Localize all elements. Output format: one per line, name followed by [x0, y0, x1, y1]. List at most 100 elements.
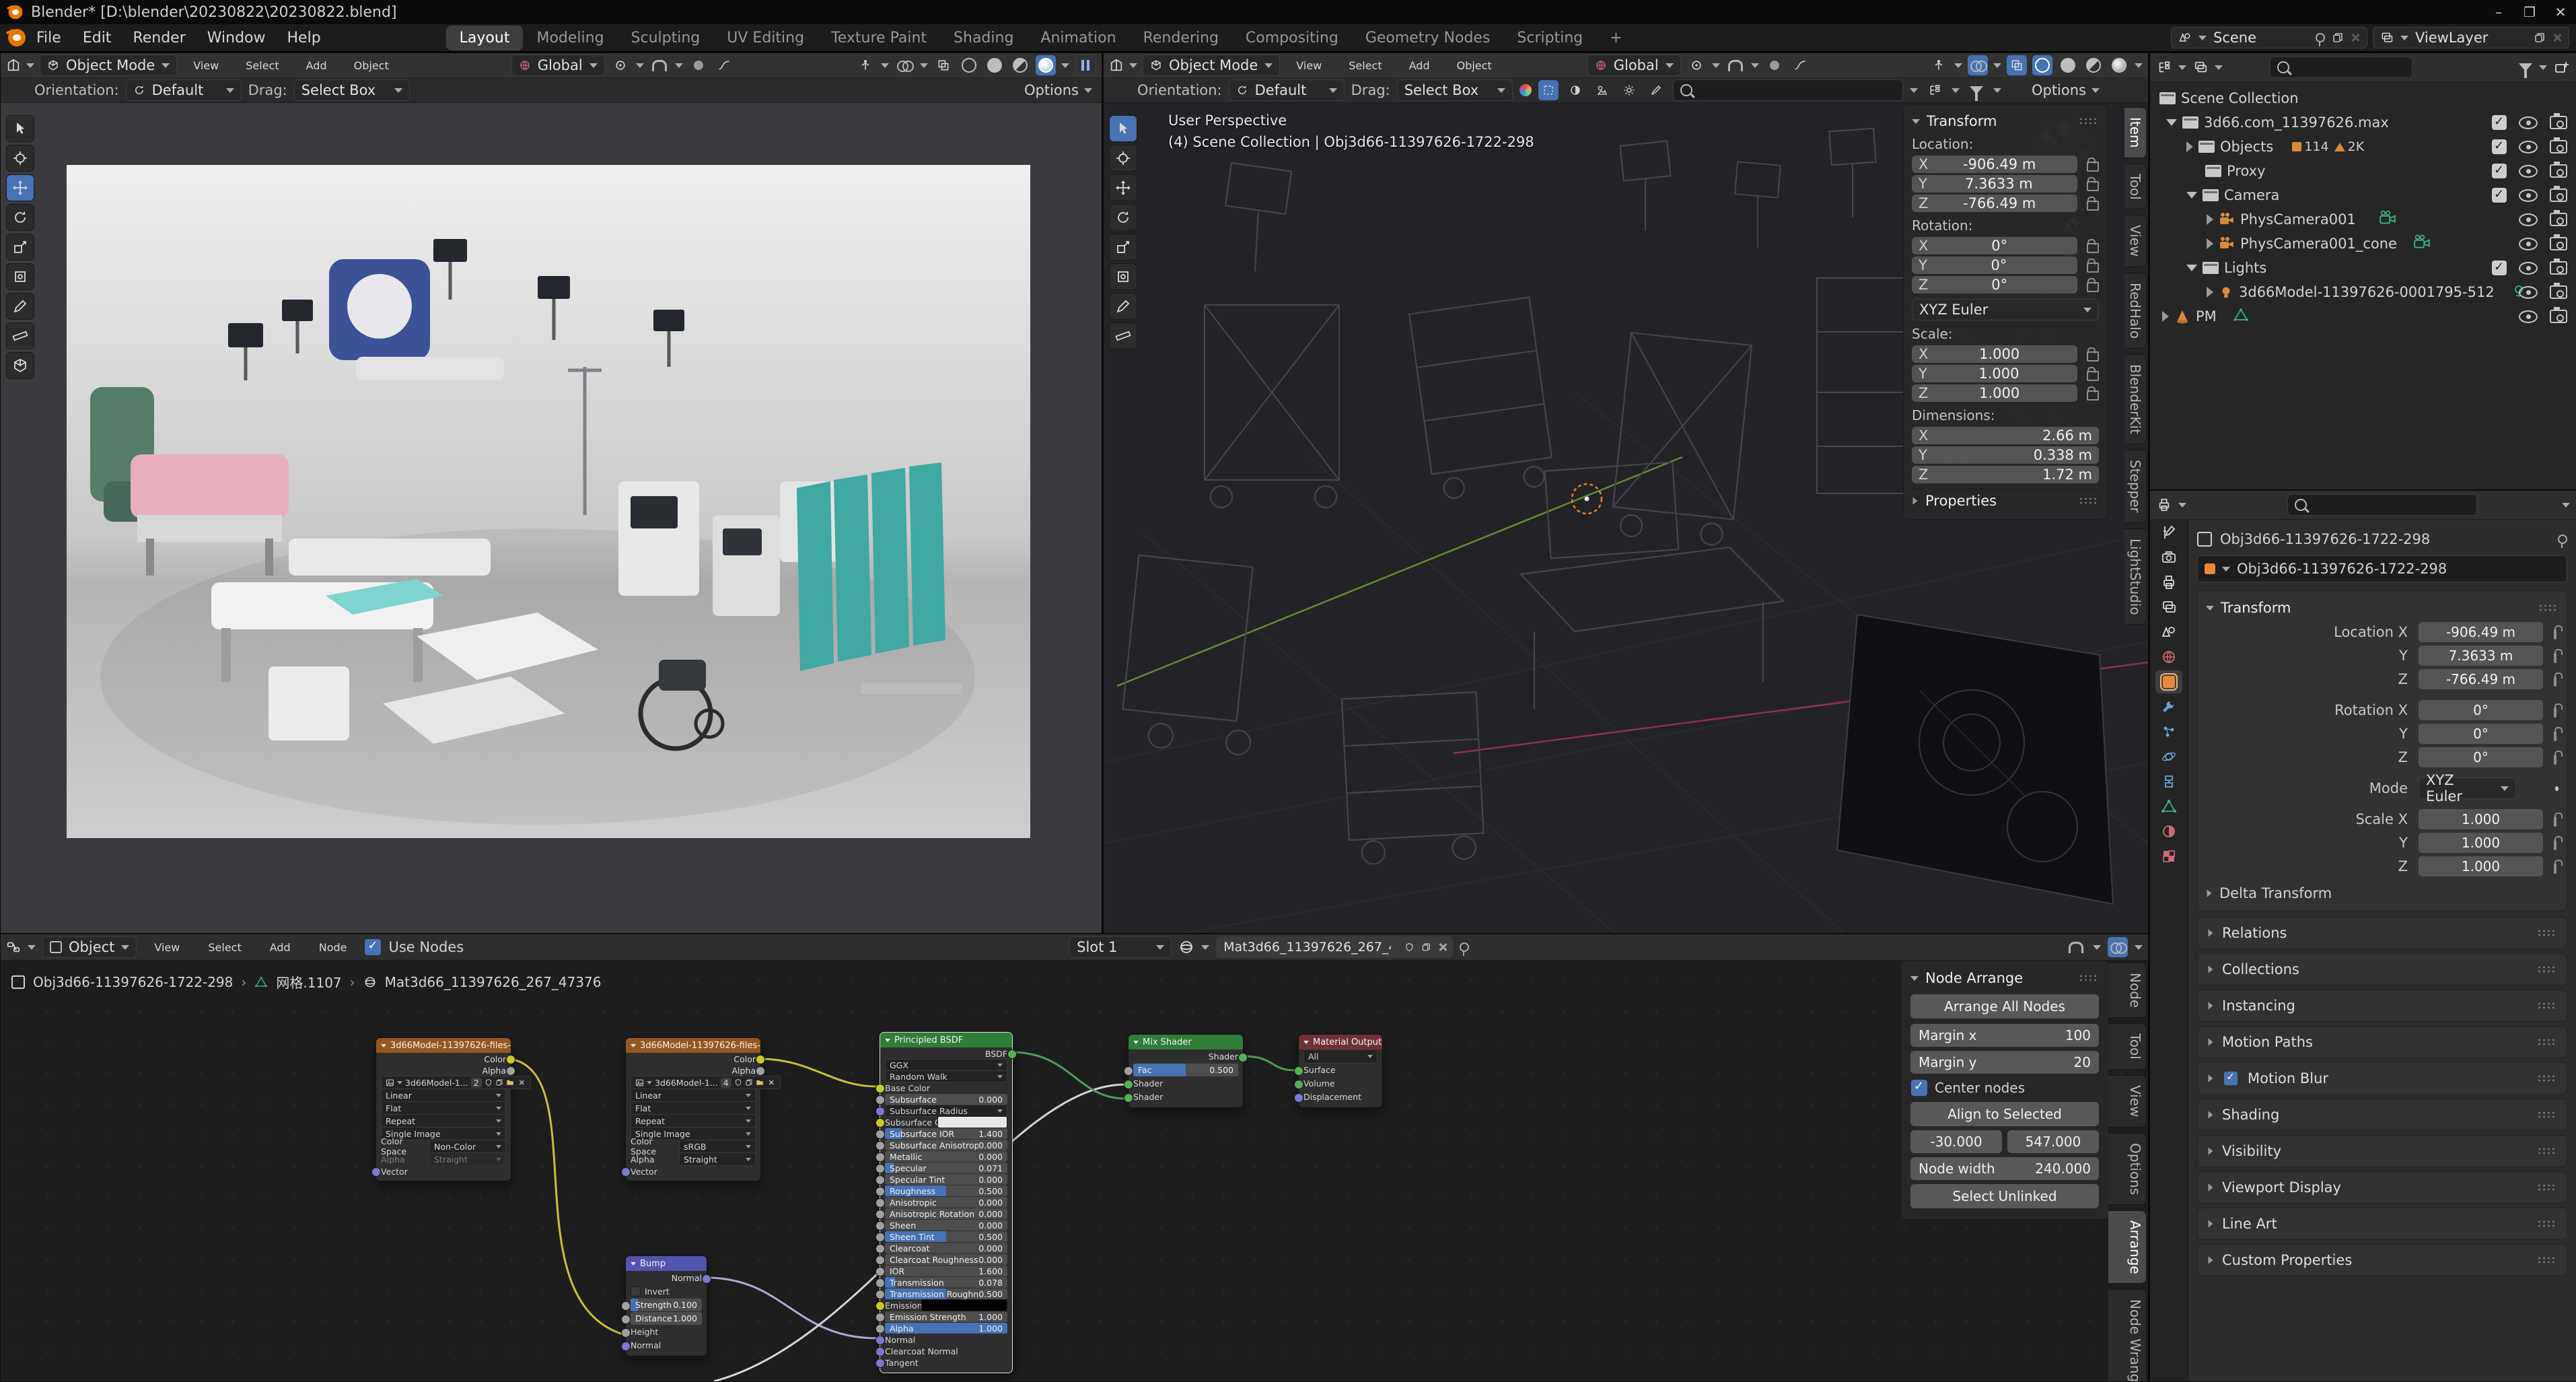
shader-socket[interactable]	[1124, 1079, 1133, 1089]
distance-field[interactable]: Distance 1.000	[621, 1312, 702, 1325]
user-count-badge[interactable]: 2	[470, 1077, 482, 1088]
principled-bsdf-node[interactable]: Principled BSDF BSDF GGX Random Walk Bas…	[875, 1032, 1017, 1373]
outliner-row-max-collection[interactable]: 3d66.com_11397626.max	[2157, 110, 2576, 135]
value-socket[interactable]	[875, 1290, 885, 1299]
subsurface-color-row[interactable]: Subsurface Color	[875, 1116, 1007, 1128]
section-shading[interactable]: Shading	[2197, 1099, 2567, 1131]
center-nodes-checkbox[interactable]	[1910, 1079, 1928, 1097]
shading-solid-icon[interactable]	[985, 55, 1005, 75]
dim-z-field[interactable]: 1.72 m	[1928, 467, 2092, 483]
fake-user-shield-icon[interactable]	[1404, 941, 1415, 953]
alpha-socket[interactable]	[506, 1066, 515, 1076]
breadcrumb-object[interactable]: Obj3d66-11397626-1722-298	[2220, 531, 2430, 547]
properties-search-input[interactable]	[2312, 497, 2429, 513]
outliner-display-mode-icon[interactable]	[2157, 60, 2172, 75]
volume-socket[interactable]	[1294, 1079, 1303, 1089]
tool-rotate[interactable]	[1109, 204, 1137, 231]
param-clearcoat[interactable]: Clearcoat 0.000	[875, 1243, 1007, 1253]
param-subsurface-ior[interactable]: Subsurface IOR 1.400	[875, 1128, 1007, 1139]
param-anisotropic-rotation[interactable]: Anisotropic Rotation 0.000	[875, 1208, 1007, 1219]
value-socket[interactable]	[875, 1095, 885, 1105]
overlays-chevron-icon[interactable]	[2135, 944, 2143, 950]
view-menu[interactable]: View	[143, 938, 190, 957]
object-menu[interactable]: Object	[343, 57, 400, 75]
location-z-field[interactable]: -766.49 m	[1928, 195, 2071, 211]
section-motion-blur[interactable]: Motion Blur	[2197, 1062, 2567, 1095]
viewport-wireframe[interactable]: Object Mode View Select Add Object Globa…	[1103, 53, 2149, 934]
blenderkit-search[interactable]	[1672, 79, 1903, 101]
rotation-z-field[interactable]: 0°	[2419, 747, 2543, 767]
render-visibility-icon[interactable]	[2550, 186, 2567, 202]
select-menu[interactable]: Select	[1338, 57, 1392, 75]
render-visibility-icon[interactable]	[2550, 283, 2567, 299]
drag-dropdown[interactable]: Select Box	[1396, 79, 1513, 101]
tab-layout[interactable]: Layout	[445, 25, 524, 50]
lock-icon[interactable]	[2554, 836, 2563, 850]
pivot-chevron-icon[interactable]	[1711, 63, 1720, 68]
lock-icon[interactable]	[2087, 176, 2099, 191]
snap-chevron-icon[interactable]	[1750, 63, 1759, 68]
user-count-badge[interactable]: 4	[720, 1077, 731, 1088]
value-socket[interactable]	[875, 1313, 885, 1322]
outliner-filter-chevron-icon[interactable]	[2539, 65, 2547, 70]
lock-icon[interactable]	[2554, 727, 2563, 741]
param-metallic[interactable]: Metallic 0.000	[875, 1151, 1007, 1162]
tab-modeling[interactable]: Modeling	[523, 26, 617, 50]
properties-tab-output[interactable]	[2155, 571, 2182, 594]
value-socket[interactable]	[875, 1267, 885, 1276]
mix-shader-node[interactable]: Mix Shader Shader Fac 0.500 Shader Shader	[1124, 1034, 1248, 1108]
image-texture-node-14[interactable]: 3d66Model-11397626-files-14.jpg Color Al…	[621, 1037, 781, 1181]
expand-icon[interactable]	[2207, 214, 2213, 225]
location-z-field[interactable]: -766.49 m	[2419, 669, 2543, 689]
selectable-checkbox[interactable]	[2492, 139, 2507, 154]
options-dropdown[interactable]: Options	[2032, 82, 2100, 98]
outliner-row-camera-collection[interactable]: Camera	[2157, 183, 2576, 207]
outliner-row-scene-collection[interactable]: Scene Collection	[2157, 86, 2576, 110]
selectable-checkbox[interactable]	[2492, 187, 2507, 203]
hide-eye-icon[interactable]	[2519, 261, 2538, 275]
npanel-tab-item[interactable]: Item	[2124, 107, 2147, 158]
shading-chevron-icon[interactable]	[1061, 63, 1069, 68]
param-transmission[interactable]: Transmission 0.078	[875, 1277, 1007, 1288]
interpolation-dropdown[interactable]: Linear	[381, 1089, 506, 1102]
align-to-selected-button[interactable]: Align to Selected	[1910, 1102, 2099, 1126]
pause-render-icon[interactable]	[1075, 55, 1096, 76]
pin-material-icon[interactable]	[1460, 942, 1470, 956]
tab-geometry-nodes[interactable]: Geometry Nodes	[1352, 26, 1504, 50]
display-mode-chevron-icon[interactable]	[2178, 65, 2186, 70]
displacement-socket[interactable]	[1294, 1093, 1303, 1103]
expand-icon[interactable]	[2186, 192, 2197, 199]
normal-socket[interactable]	[875, 1336, 885, 1345]
tab-animation[interactable]: Animation	[1027, 26, 1129, 50]
selectable-checkbox[interactable]	[2492, 114, 2507, 130]
fake-user-shield-icon[interactable]	[485, 1078, 493, 1086]
image-texture-node-15[interactable]: 3d66Model-11397626-files-15.jpg Color Al…	[371, 1037, 531, 1181]
expand-icon[interactable]	[2166, 119, 2177, 126]
bump-node[interactable]: Bump Normal Invert Strength 0.100 Distanc…	[621, 1255, 711, 1356]
copy-icon[interactable]	[495, 1078, 503, 1086]
node-header[interactable]: Bump	[626, 1256, 707, 1271]
outliner-row-light-object[interactable]: 3d66Model-11397626-0001795-512	[2157, 280, 2576, 304]
value-socket[interactable]	[875, 1210, 885, 1219]
remove-viewlayer-icon[interactable]	[2552, 33, 2562, 42]
render-visibility-icon[interactable]	[2550, 258, 2567, 275]
tool-measure[interactable]	[6, 322, 34, 349]
scale-x-field[interactable]: 1.000	[1928, 346, 2071, 362]
editor-type-icon[interactable]	[1109, 58, 1124, 73]
menu-render[interactable]: Render	[122, 27, 196, 49]
rotation-z-field[interactable]: 0°	[1928, 277, 2071, 293]
alpha-mode-row[interactable]: Alpha Straight	[631, 1152, 756, 1166]
outliner-row-proxy[interactable]: Proxy	[2157, 159, 2576, 183]
lock-icon[interactable]	[2087, 258, 2099, 273]
editor-type-icon[interactable]	[6, 58, 21, 73]
param-clearcoat-roughness[interactable]: Clearcoat Roughness 0.000	[875, 1254, 1007, 1265]
node-header[interactable]: 3d66Model-11397626-files-14.jpg	[626, 1038, 760, 1053]
margin-y-field[interactable]: Margin y 20	[1910, 1051, 2099, 1074]
overlays-chevron-icon[interactable]	[1993, 63, 2001, 68]
color-socket[interactable]	[756, 1055, 765, 1064]
render-visibility-icon[interactable]	[2550, 162, 2567, 178]
transform-panel-header[interactable]: Transform	[2206, 596, 2559, 619]
add-menu[interactable]: Add	[295, 57, 338, 75]
lock-icon[interactable]	[2554, 625, 2563, 640]
rotation-mode-dropdown[interactable]: XYZ Euler	[1912, 299, 2099, 320]
